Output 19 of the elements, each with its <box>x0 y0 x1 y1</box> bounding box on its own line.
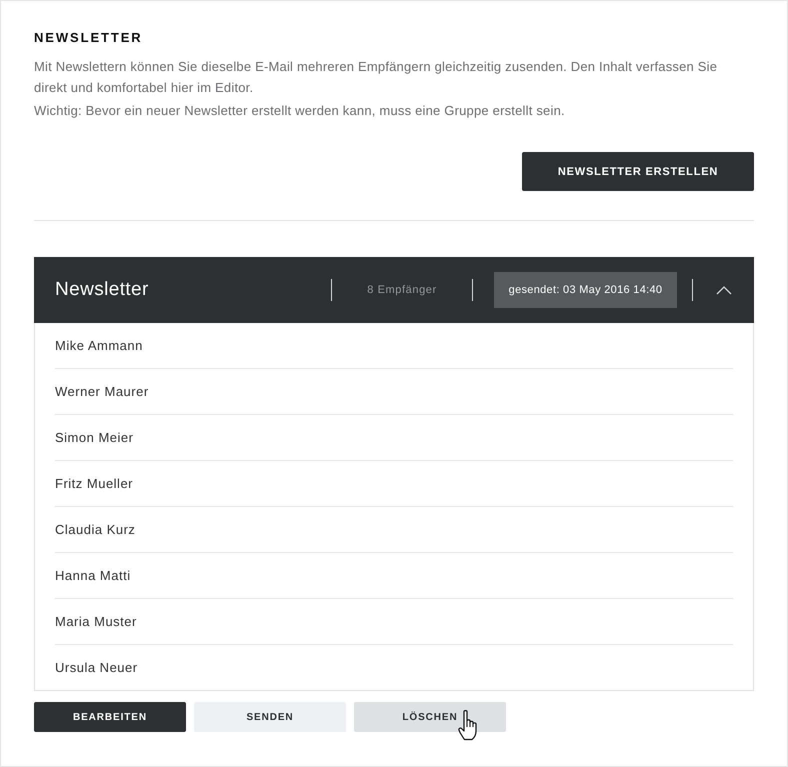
section-title: NEWSLETTER <box>34 29 144 47</box>
recipient-name: Claudia Kurz <box>55 522 136 537</box>
recipient-name: Simon Meier <box>55 430 134 445</box>
recipient-count: 8 Empfänger <box>366 284 438 296</box>
action-button[interactable]: SENDEN <box>194 702 346 732</box>
sent-date-badge: gesendet: 03 May 2016 14:40 <box>494 272 677 308</box>
action-button[interactable]: BEARBEITEN <box>34 702 186 732</box>
recipient-name: Werner Maurer <box>55 384 149 399</box>
recipient-name: Ursula Neuer <box>55 660 138 675</box>
description-text: Mit Newslettern können Sie dieselbe E-Mail mehreren Empfängern gleichzeitig zusenden. Den Inhalt verfassen Sie direkt und komfortabel hier im Editor. <box>34 58 718 97</box>
recipient-name: Mike Ammann <box>55 338 143 353</box>
newsletter-title: Newsletter <box>55 279 150 301</box>
recipient-name: Fritz Mueller <box>55 476 134 491</box>
chevron-icon <box>716 286 732 294</box>
recipient-name: Hanna Matti <box>55 568 131 583</box>
hand-cursor-icon <box>458 709 478 741</box>
recipient-name: Maria Muster <box>55 614 137 629</box>
description-text: Wichtig: Bevor ein neuer Newsletter erstellt werden kann, muss eine Gruppe erstellt sein. <box>34 102 566 120</box>
create-newsletter-button[interactable]: NEWSLETTER ERSTELLEN <box>522 152 754 191</box>
